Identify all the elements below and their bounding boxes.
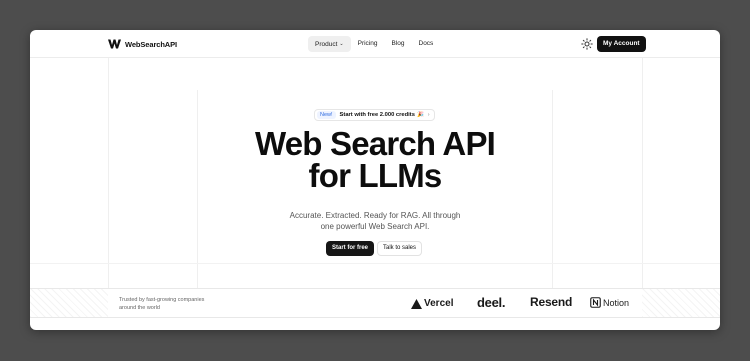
vercel-logo: Vercel bbox=[411, 298, 453, 309]
menu-item-blog[interactable]: Blog bbox=[384, 36, 411, 52]
menu-item-product[interactable]: Product ⌄ bbox=[308, 36, 351, 52]
grid-line bbox=[552, 90, 553, 288]
my-account-button[interactable]: My Account bbox=[597, 36, 646, 52]
chevron-down-icon: ⌄ bbox=[339, 41, 344, 47]
main-menu: Product ⌄ Pricing Blog Docs bbox=[308, 36, 440, 52]
hero-title: Web Search API for LLMs bbox=[225, 127, 525, 194]
announcement-badge[interactable]: New! Start with free 2.000 credits 🎉 › bbox=[314, 109, 435, 121]
grid-line bbox=[30, 263, 720, 264]
hatch-pattern bbox=[642, 289, 720, 317]
menu-item-pricing[interactable]: Pricing bbox=[351, 36, 385, 52]
resend-wordmark: Resend bbox=[530, 295, 573, 309]
hatch-pattern bbox=[30, 289, 108, 317]
start-for-free-button[interactable]: Start for free bbox=[326, 241, 375, 256]
new-tag: New! bbox=[317, 111, 336, 119]
talk-to-sales-button[interactable]: Talk to sales bbox=[377, 241, 423, 256]
sun-icon[interactable] bbox=[581, 38, 593, 50]
hero-subtitle: Accurate. Extracted. Ready for RAG. All … bbox=[289, 211, 461, 231]
grid-line bbox=[642, 58, 643, 288]
notion-wordmark: Notion bbox=[603, 297, 630, 308]
party-icon: 🎉 bbox=[416, 112, 424, 118]
grid-line bbox=[197, 90, 198, 288]
badge-text: Start with free 2.000 credits bbox=[339, 112, 415, 118]
chevron-right-icon: › bbox=[427, 112, 430, 118]
trusted-by-strip: Trusted by fast-growing companies around… bbox=[30, 288, 720, 318]
notion-logo: Notion bbox=[590, 297, 629, 308]
browser-window: WebSearchAPI Product ⌄ Pricing Blog Docs … bbox=[30, 30, 720, 330]
grid-line bbox=[108, 58, 109, 288]
menu-item-label: Product bbox=[315, 41, 338, 48]
top-navbar: WebSearchAPI Product ⌄ Pricing Blog Docs … bbox=[30, 30, 720, 58]
resend-logo: Resend bbox=[530, 295, 572, 309]
brand-link[interactable]: WebSearchAPI bbox=[108, 38, 177, 50]
hero-title-line-2: for LLMs bbox=[308, 157, 443, 194]
deel-wordmark: deel. bbox=[477, 295, 506, 310]
brand-logo-icon bbox=[108, 39, 121, 49]
menu-item-docs[interactable]: Docs bbox=[412, 36, 441, 52]
brand-name: WebSearchAPI bbox=[125, 39, 178, 49]
trusted-text: Trusted by fast-growing companies around… bbox=[119, 297, 205, 311]
vercel-wordmark: Vercel bbox=[424, 298, 454, 309]
notion-icon bbox=[590, 297, 601, 308]
triangle-icon bbox=[411, 298, 422, 309]
deel-logo: deel. bbox=[477, 295, 505, 310]
